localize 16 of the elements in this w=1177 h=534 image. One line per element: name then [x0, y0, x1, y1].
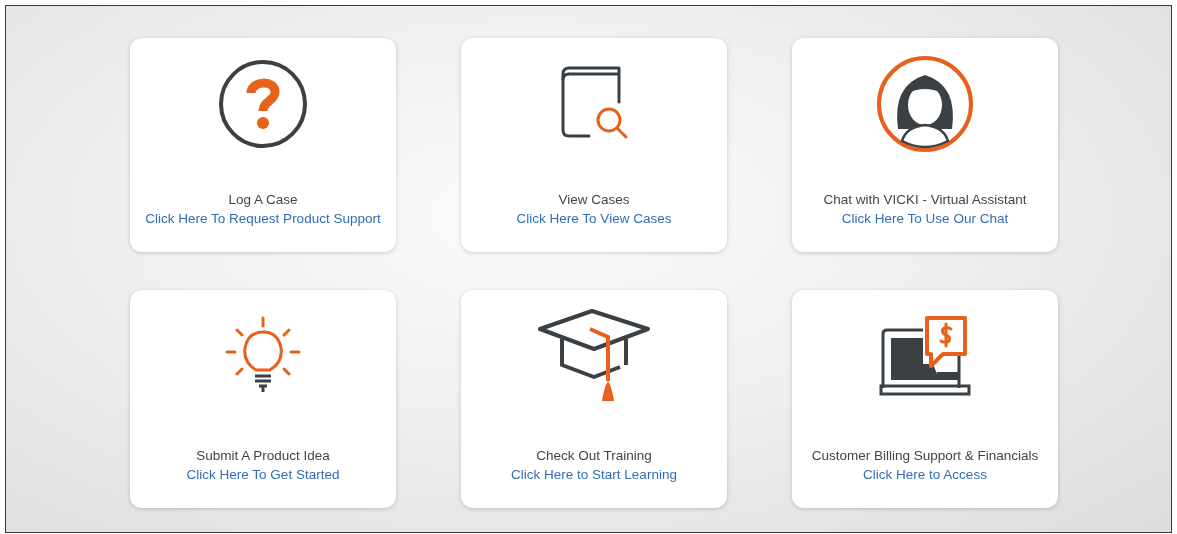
laptop-chat-icon: [879, 316, 971, 396]
card-title: Log A Case: [228, 192, 298, 207]
graduation-cap-icon: [538, 309, 650, 403]
card-link[interactable]: Click Here To Get Started: [186, 467, 340, 482]
card-link[interactable]: Click Here to Start Learning: [511, 467, 677, 482]
card-link[interactable]: Click Here To View Cases: [516, 211, 672, 226]
card-link[interactable]: Click Here to Access: [863, 467, 987, 482]
card-link[interactable]: Click Here To Request Product Support: [145, 211, 381, 226]
card-title: Check Out Training: [536, 448, 652, 463]
person-avatar-icon: [876, 55, 974, 153]
card-link[interactable]: Click Here To Use Our Chat: [841, 211, 1009, 226]
card-title: Chat with VICKI - Virtual Assistant: [823, 192, 1027, 207]
card-title: View Cases: [558, 192, 630, 207]
question-icon: [218, 59, 308, 149]
card-title: Customer Billing Support & Financials: [811, 448, 1039, 463]
card-title: Submit A Product Idea: [196, 448, 330, 463]
